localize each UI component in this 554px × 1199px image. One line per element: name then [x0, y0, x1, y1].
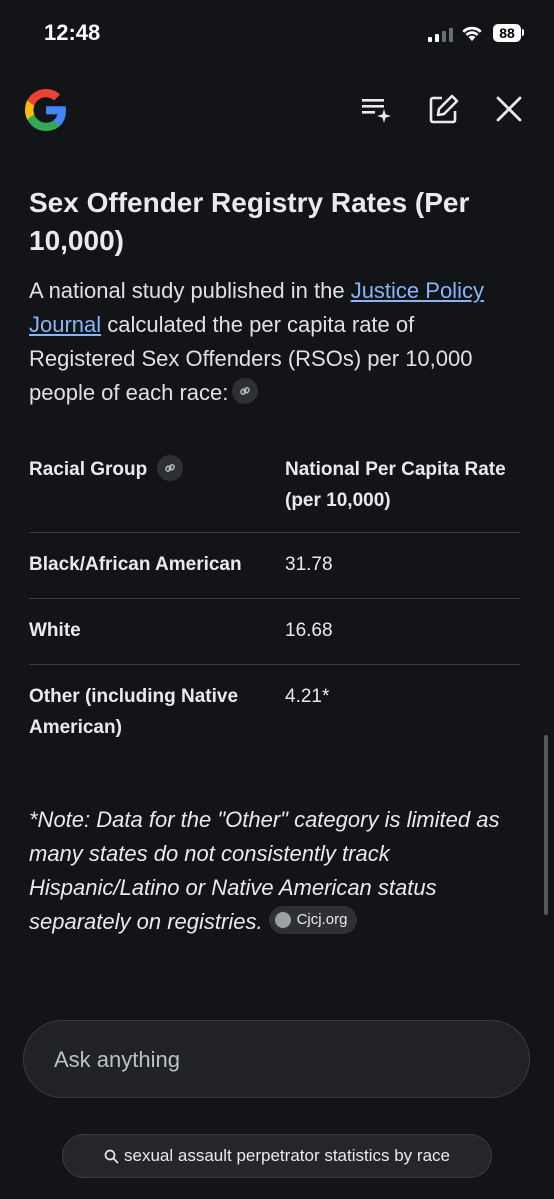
close-icon[interactable]: [494, 94, 524, 124]
suggestion-label: sexual assault perpetrator statistics by…: [124, 1146, 450, 1165]
ask-input[interactable]: [52, 1021, 496, 1099]
google-g-icon[interactable]: [22, 86, 70, 134]
suggestion-chip[interactable]: sexual assault perpetrator statistics by…: [62, 1134, 492, 1178]
header-link-chip[interactable]: [156, 454, 183, 481]
header-racial-group: Racial Group: [29, 454, 285, 533]
intro-paragraph: A national study published in the Justic…: [29, 274, 524, 410]
link-icon: [240, 387, 251, 395]
search-icon: [104, 1149, 119, 1163]
ask-composer[interactable]: [23, 1020, 530, 1099]
rates-table: Racial Group National Per Capita Rate (p…: [29, 454, 520, 761]
section-title: Sex Offender Registry Rates (Per 10,000): [29, 187, 470, 256]
source-favicon-icon: [274, 912, 291, 929]
cell-rate: 16.68: [285, 598, 520, 665]
intro-text: A national study published in the: [29, 278, 351, 303]
app-header: [0, 82, 554, 138]
cell-group: White: [29, 598, 285, 665]
table-row: White 16.68: [29, 598, 520, 665]
cell-rate: 31.78: [285, 532, 520, 599]
source-chip[interactable]: Cjcj.org: [268, 906, 358, 935]
playlist-sparkle-icon[interactable]: [360, 94, 392, 124]
table-header-row: Racial Group National Per Capita Rate (p…: [29, 454, 520, 533]
footnote: *Note: Data for the "Other" category is …: [29, 803, 524, 939]
edit-icon[interactable]: [428, 94, 460, 124]
table-row: Black/African American 31.78: [29, 532, 520, 599]
status-bar: 12:48 88: [0, 0, 554, 70]
battery-indicator: 88: [493, 24, 521, 42]
source-label: Cjcj.org: [296, 911, 348, 929]
status-time: 12:48: [44, 20, 101, 45]
table-row: Other (including Native American) 4.21*: [29, 664, 520, 761]
battery-nub: [522, 29, 524, 36]
source-link-chip[interactable]: [232, 378, 259, 405]
answer-content: Sex Offender Registry Rates (Per 10,000)…: [29, 180, 524, 939]
link-icon: [164, 464, 175, 472]
header-rate: National Per Capita Rate (per 10,000): [285, 459, 506, 511]
footnote-text: *Note: Data for the "Other" category is …: [29, 807, 500, 934]
cell-group: Black/African American: [29, 532, 285, 599]
cell-rate: 4.21*: [285, 664, 520, 761]
scrollbar[interactable]: [544, 735, 548, 915]
cellular-signal-icon: [428, 28, 453, 42]
cell-group: Other (including Native American): [29, 664, 285, 761]
wifi-icon: [462, 26, 482, 41]
